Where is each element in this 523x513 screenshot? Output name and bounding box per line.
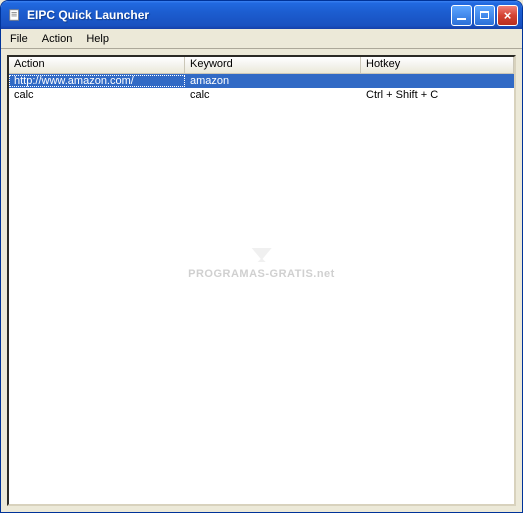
- table-row[interactable]: http://www.amazon.com/ amazon: [9, 74, 514, 88]
- menu-action[interactable]: Action: [35, 31, 80, 47]
- close-button[interactable]: ×: [497, 5, 518, 26]
- main-window: EIPC Quick Launcher × File Action Help A…: [0, 0, 523, 513]
- cell-action: http://www.amazon.com/: [9, 75, 185, 87]
- window-controls: ×: [451, 5, 518, 26]
- cell-action: calc: [9, 89, 185, 101]
- menubar: File Action Help: [1, 29, 522, 49]
- column-header-action[interactable]: Action: [9, 57, 185, 73]
- menu-help[interactable]: Help: [79, 31, 116, 47]
- client-area: Action Keyword Hotkey http://www.amazon.…: [1, 49, 522, 512]
- table-row[interactable]: calc calc Ctrl + Shift + C: [9, 88, 514, 102]
- menu-file[interactable]: File: [3, 31, 35, 47]
- column-header-hotkey[interactable]: Hotkey: [361, 57, 514, 73]
- cell-keyword: amazon: [185, 75, 361, 87]
- titlebar[interactable]: EIPC Quick Launcher ×: [1, 1, 522, 29]
- app-icon: [7, 7, 23, 23]
- listview-header: Action Keyword Hotkey: [9, 57, 514, 74]
- watermark-text: PROGRAMAS-GRATIS.net: [188, 268, 335, 280]
- column-header-keyword[interactable]: Keyword: [185, 57, 361, 73]
- window-title: EIPC Quick Launcher: [27, 8, 451, 22]
- minimize-button[interactable]: [451, 5, 472, 26]
- action-listview[interactable]: Action Keyword Hotkey http://www.amazon.…: [7, 55, 516, 506]
- maximize-button[interactable]: [474, 5, 495, 26]
- cell-keyword: calc: [185, 89, 361, 101]
- cell-hotkey: Ctrl + Shift + C: [361, 89, 514, 101]
- listview-body: http://www.amazon.com/ amazon calc calc …: [9, 74, 514, 504]
- watermark: PROGRAMAS-GRATIS.net: [188, 246, 335, 280]
